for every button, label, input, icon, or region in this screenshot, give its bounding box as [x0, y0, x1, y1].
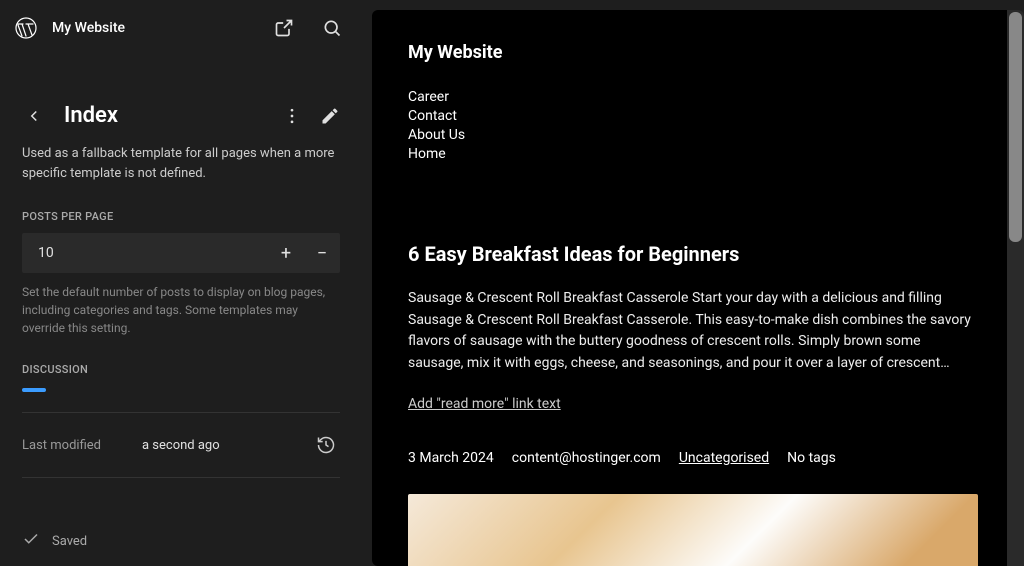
increase-button[interactable]: + — [268, 233, 304, 273]
panel-description: Used as a fallback template for all page… — [22, 144, 340, 184]
wordpress-logo-icon[interactable] — [12, 14, 40, 42]
last-modified-label: Last modified — [22, 438, 142, 453]
back-button[interactable] — [22, 104, 46, 128]
topbar: My Website — [0, 0, 362, 55]
posts-per-page-label: POSTS PER PAGE — [22, 210, 340, 223]
post-excerpt[interactable]: Sausage & Crescent Roll Breakfast Casser… — [408, 288, 978, 375]
edit-icon[interactable] — [320, 106, 340, 126]
saved-label: Saved — [52, 534, 87, 549]
discussion-indicator[interactable] — [22, 388, 46, 392]
read-more-link[interactable]: Add "read more" link text — [408, 396, 561, 412]
divider — [22, 412, 340, 413]
template-panel: Index Used as a fallback template for al… — [0, 55, 362, 478]
post-title[interactable]: 6 Easy Breakfast Ideas for Beginners — [408, 242, 978, 266]
app-root: My Website Index — [0, 0, 1024, 566]
last-modified-value: a second ago — [142, 438, 312, 453]
revision-history-icon[interactable] — [312, 431, 340, 459]
featured-image[interactable] — [408, 494, 978, 566]
preview-scrollbar[interactable] — [1007, 10, 1024, 566]
nav-link-about[interactable]: About Us — [408, 127, 978, 143]
site-name[interactable]: My Website — [52, 20, 254, 36]
nav-link-career[interactable]: Career — [408, 89, 978, 105]
site-preview[interactable]: My Website Career Contact About Us Home … — [372, 10, 1014, 566]
post-category[interactable]: Uncategorised — [679, 450, 769, 466]
panel-title: Index — [64, 103, 282, 128]
nav-link-home[interactable]: Home — [408, 146, 978, 162]
nav-link-contact[interactable]: Contact — [408, 108, 978, 124]
last-modified-row: Last modified a second ago — [22, 429, 340, 477]
posts-per-page-value[interactable]: 10 — [22, 245, 268, 261]
open-site-icon[interactable] — [266, 10, 302, 46]
posts-per-page-help: Set the default number of posts to displ… — [22, 283, 340, 337]
check-icon — [22, 530, 40, 552]
post-meta: 3 March 2024 content@hostinger.com Uncat… — [408, 450, 978, 466]
post-date[interactable]: 3 March 2024 — [408, 450, 494, 466]
discussion-label: DISCUSSION — [22, 363, 340, 376]
post-tags[interactable]: No tags — [787, 450, 836, 466]
search-icon[interactable] — [314, 10, 350, 46]
more-actions-icon[interactable] — [282, 106, 302, 126]
posts-per-page-stepper: 10 + − — [22, 233, 340, 273]
preview-site-title[interactable]: My Website — [408, 42, 978, 63]
preview-wrap: My Website Career Contact About Us Home … — [362, 0, 1024, 566]
decrease-button[interactable]: − — [304, 233, 340, 273]
scrollbar-thumb[interactable] — [1009, 12, 1022, 242]
sidebar: My Website Index — [0, 0, 362, 566]
preview-nav: Career Contact About Us Home — [408, 89, 978, 162]
post-author[interactable]: content@hostinger.com — [512, 450, 661, 466]
saved-status: Saved — [0, 516, 362, 566]
